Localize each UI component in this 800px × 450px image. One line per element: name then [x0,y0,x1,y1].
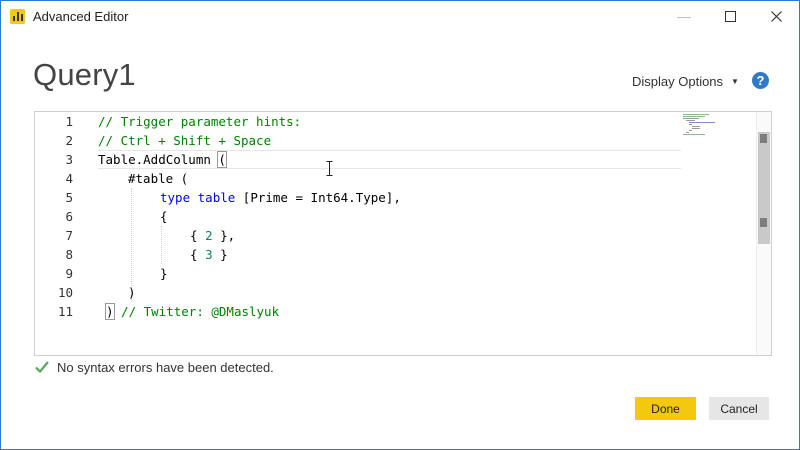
advanced-editor-window: Advanced Editor — Query1 Display Options… [0,0,800,450]
close-button[interactable] [753,1,799,31]
line-number: 5 [65,190,73,205]
line-number: 2 [65,133,73,148]
close-icon [770,10,782,22]
line-number-gutter: 1 2 3 4 5 6 7 8 9 10 11 [35,112,83,355]
minimap-line [683,118,699,119]
code-token: { [190,228,206,243]
code-line: Table.AddColumn ( [98,150,227,169]
caret-down-icon: ▼ [731,77,739,86]
minimap-line [683,116,705,117]
minimize-button[interactable]: — [661,1,707,31]
line-number: 3 [65,152,73,167]
indent-guide [161,226,162,264]
power-bi-icon [10,9,25,24]
keyword-token: type [160,190,191,205]
minimap-line [683,114,709,115]
help-icon[interactable]: ? [752,72,769,89]
syntax-status: No syntax errors have been detected. [34,359,274,375]
code-line: #table ( [128,171,189,186]
code-token: }, [212,228,236,243]
code-token: } [212,247,228,262]
number-token: 3 [205,247,213,262]
code-line: { 3 } [190,245,228,264]
number-token: 2 [205,228,213,243]
minimap-line [692,128,700,129]
display-options-label: Display Options [632,74,724,89]
mouse-ibeam-cursor-icon [326,161,333,176]
code-token: Table.AddColumn [98,152,219,167]
vertical-scrollbar[interactable] [756,112,771,355]
code-line: // Ctrl + Shift + Space [98,133,272,148]
matched-bracket: ( [217,151,227,168]
title-bar[interactable]: Advanced Editor — [1,1,799,31]
code-line: ) [128,285,136,300]
window-title: Advanced Editor [33,9,129,24]
display-options-dropdown[interactable]: Display Options ▼ [632,74,739,89]
minimize-icon: — [677,8,691,24]
code-line: ) // Twitter: @DMaslyuk [105,302,280,321]
done-button[interactable]: Done [635,397,696,420]
minimap-line [686,120,695,121]
comment-token: // Twitter: @DMaslyuk [113,304,280,319]
keyword-token: table [197,190,236,205]
minimap-line [689,124,692,125]
code-line: type table [Prime = Int64.Type], [160,188,401,207]
code-line: { 2 }, [190,226,235,245]
line-number: 9 [65,266,73,281]
syntax-status-message: No syntax errors have been detected. [57,359,274,375]
code-line: // Trigger parameter hints: [98,114,302,129]
maximize-icon [724,10,736,22]
code-token: [Prime = Int64.Type], [235,190,401,205]
scrollbar-marker [760,134,767,143]
code-line: { [160,209,168,224]
line-number: 8 [65,247,73,262]
code-minimap[interactable] [681,112,755,355]
code-line: } [160,266,168,281]
minimap-line [686,132,689,133]
minimap-line [683,134,705,135]
scrollbar-thumb[interactable] [758,132,770,244]
code-token: { [190,247,206,262]
text-cursor [225,152,227,167]
line-number: 1 [65,114,73,129]
line-number: 6 [65,209,73,224]
line-number: 10 [57,285,73,300]
minimap-line [689,130,692,131]
line-number: 7 [65,228,73,243]
minimap-line [689,122,715,123]
code-editor[interactable]: 1 2 3 4 5 6 7 8 9 10 11 // Trigger param… [34,111,772,356]
minimap-line [692,126,700,127]
line-number: 11 [57,304,73,319]
matched-bracket: ) [105,303,115,320]
query-title: Query1 [33,57,136,92]
checkmark-icon [35,361,49,374]
scrollbar-marker [760,218,767,227]
maximize-button[interactable] [707,1,753,31]
cancel-button[interactable]: Cancel [709,397,769,420]
line-number: 4 [65,171,73,186]
